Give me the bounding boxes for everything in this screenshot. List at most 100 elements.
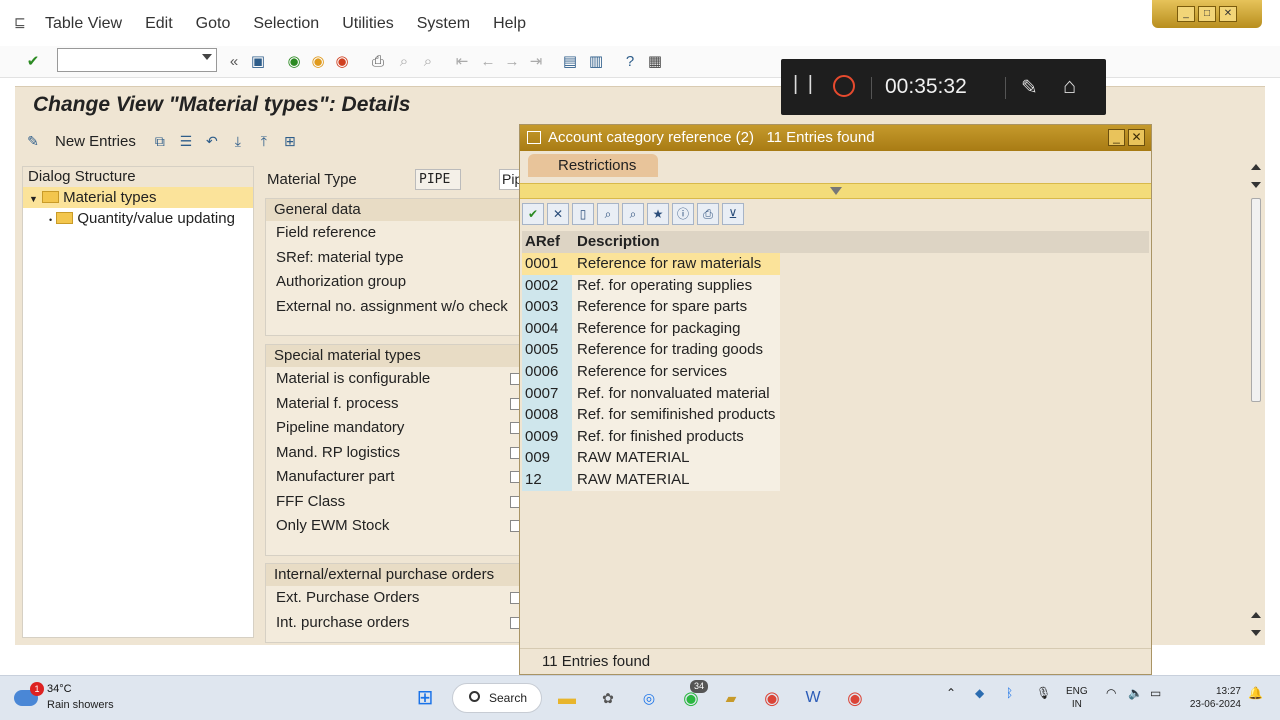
new-entries-button[interactable]: New Entries: [55, 133, 136, 150]
chrome-icon[interactable]: ◉: [759, 685, 785, 711]
chevron-down-icon[interactable]: [202, 54, 212, 60]
aref-cell: 0007: [522, 382, 572, 405]
menu-icon[interactable]: ⊑: [14, 14, 32, 32]
table-row[interactable]: 0007 Ref. for nonvaluated material: [522, 382, 780, 405]
scroll-down-icon[interactable]: [1251, 630, 1261, 636]
menu-selection[interactable]: Selection: [253, 15, 319, 33]
menu-edit[interactable]: Edit: [145, 15, 173, 33]
new-document-icon[interactable]: ▯: [572, 203, 594, 225]
maximize-button[interactable]: □: [1198, 6, 1216, 22]
tree-node-material-types[interactable]: ▼ Material types: [23, 187, 253, 208]
bluetooth-icon[interactable]: ᛒ: [1006, 686, 1013, 700]
find-next-icon[interactable]: ⌕: [418, 52, 438, 72]
save-icon[interactable]: ▣: [248, 52, 268, 72]
menu-system[interactable]: System: [417, 15, 470, 33]
pause-icon[interactable]: | |: [793, 73, 815, 96]
scroll-up-icon[interactable]: [1251, 612, 1261, 618]
table-row[interactable]: 12 RAW MATERIAL: [522, 468, 780, 491]
cancel-icon[interactable]: ◉: [332, 52, 352, 72]
app-icon[interactable]: ◎: [636, 685, 662, 711]
vertical-scrollbar[interactable]: [1249, 160, 1263, 640]
previous-entry-icon[interactable]: ⤓: [228, 131, 248, 151]
pen-icon[interactable]: ✎: [1021, 75, 1038, 100]
app-icon[interactable]: ✿: [595, 685, 621, 711]
chevron-up-icon[interactable]: ⌃: [946, 686, 956, 700]
print-icon[interactable]: ⎙: [697, 203, 719, 225]
table-row[interactable]: 0003 Reference for spare parts: [522, 296, 780, 318]
microphone-icon[interactable]: 🎙: [1036, 686, 1051, 700]
security-icon[interactable]: ◆: [975, 686, 984, 700]
tree-node-quantity-value-updating[interactable]: • Quantity/value updating: [23, 208, 253, 229]
language-indicator[interactable]: ENG IN: [1066, 685, 1088, 711]
information-icon[interactable]: ⓘ: [672, 203, 694, 225]
scroll-down-icon[interactable]: [1251, 182, 1261, 188]
stop-icon[interactable]: [833, 75, 855, 97]
next-entry-icon[interactable]: ⤒: [254, 131, 274, 151]
table-row[interactable]: 0006 Reference for services: [522, 360, 780, 383]
system-clock[interactable]: 13:27 23-06-2024: [1181, 685, 1241, 711]
previous-page-icon[interactable]: ←: [478, 52, 498, 72]
collapse-icon[interactable]: «: [224, 52, 244, 72]
scroll-thumb[interactable]: [1251, 198, 1261, 402]
minimize-button[interactable]: _: [1177, 6, 1195, 22]
find-icon[interactable]: ⌕: [597, 203, 619, 225]
new-entries-icon[interactable]: ✎: [23, 131, 43, 151]
cancel-icon[interactable]: ✕: [547, 203, 569, 225]
dialog-close-button[interactable]: ✕: [1128, 129, 1145, 146]
column-header-aref[interactable]: ARef: [522, 231, 572, 253]
command-field[interactable]: [57, 48, 217, 72]
table-row[interactable]: 0002 Ref. for operating supplies: [522, 274, 780, 297]
tab-restrictions[interactable]: Restrictions: [528, 154, 658, 177]
file-explorer-icon[interactable]: ▬: [554, 685, 580, 711]
table-row[interactable]: 0008 Ref. for semifinished products: [522, 404, 780, 426]
filter-icon[interactable]: ⊻: [722, 203, 744, 225]
choose-icon[interactable]: ✔: [522, 203, 544, 225]
volume-icon[interactable]: 🔈: [1128, 686, 1143, 700]
expanded-arrow-icon[interactable]: ▼: [29, 194, 38, 204]
print-icon[interactable]: ⎙: [368, 52, 388, 72]
menu-table-view[interactable]: Table View: [45, 15, 122, 33]
battery-icon[interactable]: ▭: [1150, 686, 1161, 700]
table-row[interactable]: 0004 Reference for packaging: [522, 317, 780, 340]
divider: [871, 77, 872, 99]
table-row[interactable]: 009 RAW MATERIAL: [522, 447, 780, 469]
wifi-icon[interactable]: ◠: [1106, 686, 1116, 700]
delete-icon[interactable]: ☰: [176, 131, 196, 151]
close-button[interactable]: ✕: [1219, 6, 1237, 22]
dialog-minimize-button[interactable]: _: [1108, 129, 1125, 146]
table-row[interactable]: 0009 Ref. for finished products: [522, 425, 780, 448]
layout-menu-icon[interactable]: ▦: [645, 52, 665, 72]
table-row[interactable]: 0005 Reference for trading goods: [522, 339, 780, 361]
windows-start-icon[interactable]: ⊞: [412, 685, 438, 711]
undo-change-icon[interactable]: ↶: [202, 131, 222, 151]
favorite-icon[interactable]: ★: [647, 203, 669, 225]
menu-utilities[interactable]: Utilities: [342, 15, 394, 33]
column-header-description[interactable]: Description: [572, 231, 780, 253]
back-icon[interactable]: ◉: [284, 52, 304, 72]
home-icon[interactable]: ⌂: [1063, 73, 1076, 99]
word-icon[interactable]: W: [800, 685, 826, 711]
exit-icon[interactable]: ◉: [308, 52, 328, 72]
find-icon[interactable]: ⌕: [394, 52, 414, 72]
copy-as-icon[interactable]: ⧉: [150, 131, 170, 151]
splitter-grip-icon[interactable]: [830, 187, 842, 195]
shortcut-icon[interactable]: ▥: [586, 52, 606, 72]
table-row[interactable]: 0001 Reference for raw materials: [522, 253, 780, 275]
list-header-fill: [780, 231, 1149, 253]
first-page-icon[interactable]: ⇤: [452, 52, 472, 72]
help-icon[interactable]: ?: [620, 52, 640, 72]
last-page-icon[interactable]: ⇥: [526, 52, 546, 72]
notification-bell-icon[interactable]: 🔔: [1248, 686, 1263, 700]
enter-icon[interactable]: ✔: [23, 52, 43, 72]
chrome-icon[interactable]: ◉: [842, 685, 868, 711]
find-next-icon[interactable]: ⌕: [622, 203, 644, 225]
scroll-up-icon[interactable]: [1251, 164, 1261, 170]
menu-help[interactable]: Help: [493, 15, 526, 33]
taskbar-search[interactable]: Search: [452, 683, 542, 713]
menu-goto[interactable]: Goto: [196, 15, 231, 33]
new-session-icon[interactable]: ▤: [560, 52, 580, 72]
next-page-icon[interactable]: →: [502, 52, 522, 72]
other-entry-icon[interactable]: ⊞: [280, 131, 300, 151]
restrictions-splitter[interactable]: [520, 183, 1151, 199]
sap-logon-icon[interactable]: ▰: [718, 685, 744, 711]
